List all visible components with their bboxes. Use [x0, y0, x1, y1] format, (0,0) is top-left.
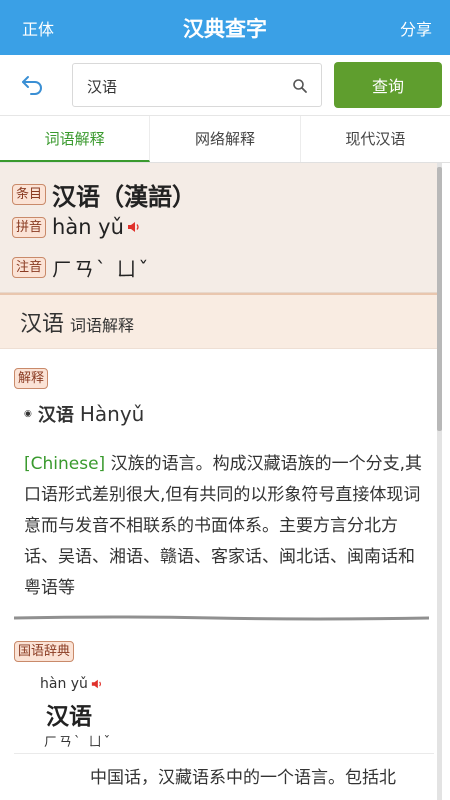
- content-area[interactable]: 条目 汉语（漢語） 拼音 hàn yǔ 注音 ㄏㄢˋ ㄩˇ 汉语 词语解释 解释…: [0, 163, 450, 800]
- guoyu-pinyin: hàn yǔ: [40, 676, 103, 692]
- section-header: 汉语 词语解释: [0, 293, 437, 349]
- scrollbar-thumb[interactable]: [437, 167, 442, 431]
- back-arrow-icon[interactable]: [20, 72, 46, 98]
- term-row: 条目 汉语（漢語）: [12, 177, 196, 212]
- top-bar: 正体 汉典查字 分享: [0, 0, 450, 55]
- guoyu-definition: 中国话，汉藏语系中的一个语言。包括北: [90, 768, 396, 788]
- zhuyin-tag: 注音: [12, 257, 47, 278]
- tab-web-explanation[interactable]: 网络解释: [150, 116, 301, 162]
- brush-divider: [14, 615, 429, 621]
- speaker-icon[interactable]: [127, 220, 141, 234]
- guoyu-pinyin-value: hàn yǔ: [40, 676, 88, 692]
- guoyu-zhuyin: ㄏㄢˋ ㄩˇ: [44, 735, 113, 750]
- bullet-icon: ◉: [24, 409, 32, 419]
- divider: [14, 753, 434, 754]
- search-row: 汉语 查询: [0, 55, 450, 115]
- tab-word-explanation[interactable]: 词语解释: [0, 116, 151, 162]
- search-input-value: 汉语: [87, 78, 118, 96]
- pinyin-value: hàn yǔ: [52, 215, 124, 239]
- app-title: 汉典查字: [183, 16, 267, 41]
- search-icon[interactable]: [291, 77, 309, 95]
- share-button[interactable]: 分享: [400, 16, 432, 40]
- section-subtitle: 词语解释: [70, 315, 135, 335]
- guoyu-dictionary-tag: 国语辞典: [14, 641, 75, 662]
- entry-header: 条目 汉语（漢語） 拼音 hàn yǔ 注音 ㄏㄢˋ ㄩˇ: [0, 163, 437, 293]
- query-button[interactable]: 查询: [334, 62, 442, 108]
- term-tag: 条目: [12, 184, 47, 205]
- explanation-pinyin: Hànyǔ: [79, 402, 145, 426]
- head-word: 汉语（漢語）: [52, 183, 197, 211]
- traditional-toggle[interactable]: 正体: [22, 16, 54, 40]
- zhuyin-row: 注音 ㄏㄢˋ ㄩˇ: [12, 253, 150, 282]
- explanation-definition: [Chinese] 汉族的语言。构成汉藏语族的一个分支,其口语形式差别很大,但有…: [24, 449, 424, 604]
- pinyin-tag: 拼音: [12, 216, 47, 238]
- pinyin-row: 拼音 hàn yǔ: [12, 215, 141, 239]
- section-word: 汉语: [20, 311, 65, 337]
- zhuyin-text: ㄏㄢˋ ㄩˇ: [52, 257, 151, 281]
- guoyu-word: 汉语: [46, 704, 92, 730]
- explanation-word-line: ◉ 汉语 Hànyǔ: [24, 401, 144, 427]
- tab-modern-chinese[interactable]: 现代汉语: [301, 116, 450, 162]
- tab-bar: 词语解释 网络解释 现代汉语: [0, 115, 450, 163]
- search-input[interactable]: 汉语: [72, 63, 322, 107]
- explanation-word: 汉语: [37, 405, 74, 426]
- pinyin-text: hàn yǔ: [52, 215, 141, 239]
- speaker-icon[interactable]: [91, 678, 103, 690]
- english-equivalent: [Chinese]: [24, 454, 106, 474]
- definition-text: 汉族的语言。构成汉藏语族的一个分支,其口语形式差别很大,但有共同的以形象符号直接…: [24, 454, 422, 598]
- explanation-tag: 解释: [14, 368, 49, 389]
